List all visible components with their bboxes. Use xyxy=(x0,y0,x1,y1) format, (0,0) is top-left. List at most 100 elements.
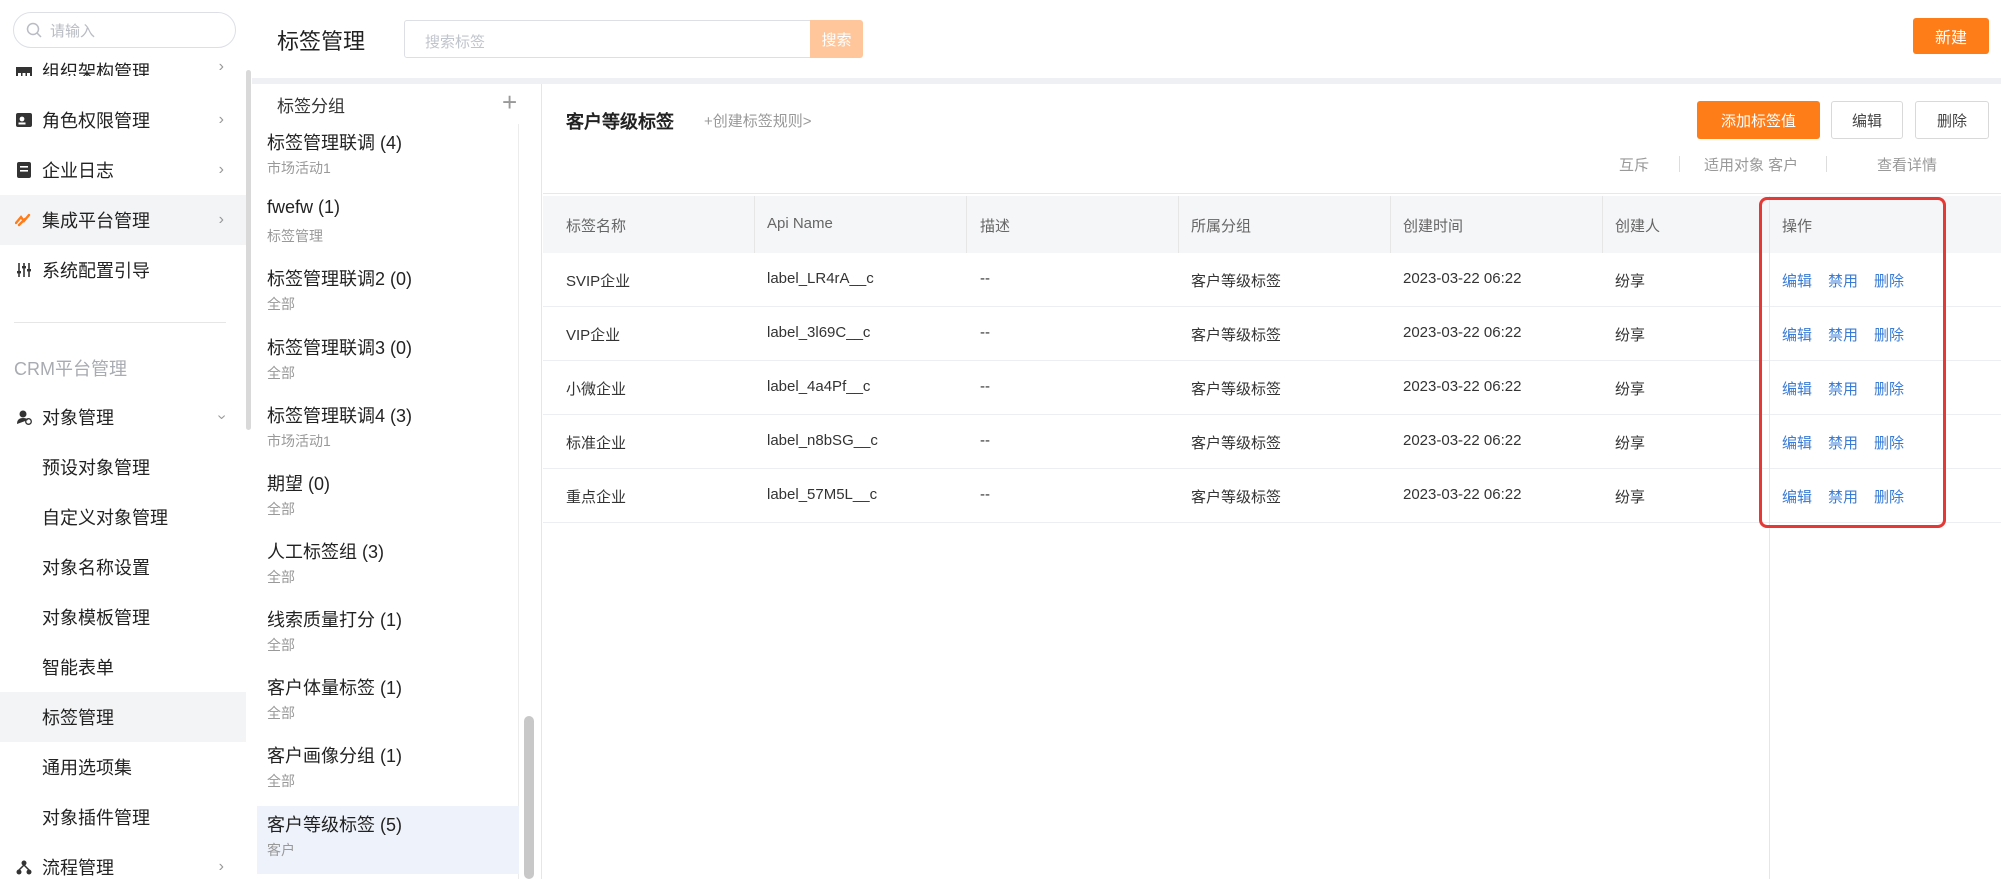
role-icon xyxy=(14,110,34,130)
group-scope: 全部 xyxy=(267,705,295,721)
column-divider xyxy=(1602,196,1603,253)
group-scope: 全部 xyxy=(267,296,295,312)
cell-description: -- xyxy=(980,486,990,503)
group-name: 期望 (0) xyxy=(267,474,330,494)
cell-group: 客户等级标签 xyxy=(1191,327,1282,344)
nav-subitem-preset[interactable]: 预设对象管理 xyxy=(0,442,246,492)
meta-separator xyxy=(1826,156,1827,172)
group-item[interactable]: 标签管理联调 (4) 市场活动1 xyxy=(257,124,519,192)
cell-api-name: label_LR4rA__c xyxy=(767,270,874,287)
nav-subitem-tag-mgmt[interactable]: 标签管理 xyxy=(0,692,246,742)
cell-api-name: label_3l69C__c xyxy=(767,324,871,341)
page-title: 标签管理 xyxy=(277,29,366,54)
nav-item-label: 企业日志 xyxy=(42,161,114,181)
nav-scrollbar[interactable] xyxy=(246,70,251,430)
chevron-right-icon: › xyxy=(218,211,224,228)
cell-group: 客户等级标签 xyxy=(1191,489,1282,506)
cell-group: 客户等级标签 xyxy=(1191,273,1282,290)
nav-subitem-smart-form[interactable]: 智能表单 xyxy=(0,642,246,692)
nav-divider xyxy=(14,322,226,323)
group-item[interactable]: 标签管理联调4 (3) 市场活动1 xyxy=(257,397,519,465)
group-name: 客户画像分组 (1) xyxy=(267,746,402,766)
edit-button[interactable]: 编辑 xyxy=(1831,101,1903,139)
config-icon xyxy=(14,260,34,280)
top-bar: 标签管理 搜索标签 xyxy=(252,0,2001,78)
chevron-right-icon: › xyxy=(218,58,224,75)
cell-tag-name: 小微企业 xyxy=(566,381,627,398)
group-item[interactable]: 标签管理联调2 (0) 全部 xyxy=(257,260,519,328)
tag-group-header: 标签分组 + xyxy=(252,84,541,124)
cell-tag-name: SVIP企业 xyxy=(566,273,631,290)
tag-search-input[interactable]: 搜索标签 xyxy=(404,20,815,58)
group-item-selected[interactable]: 客户等级标签 (5) 客户 xyxy=(257,806,519,874)
nav-item-object-mgmt[interactable]: 对象管理 › xyxy=(0,392,246,442)
chevron-right-icon: › xyxy=(218,858,224,875)
nav-item-label: 角色权限管理 xyxy=(42,111,150,131)
group-item[interactable]: 客户画像分组 (1) 全部 xyxy=(257,737,519,805)
nav-item-label: 流程管理 xyxy=(42,858,114,878)
integration-icon xyxy=(14,210,34,230)
group-item[interactable]: 人工标签组 (3) 全部 xyxy=(257,533,519,601)
cell-tag-name: 重点企业 xyxy=(566,489,627,506)
new-button[interactable]: 新建 xyxy=(1913,18,1989,54)
nav-search-input[interactable]: 请输入 xyxy=(13,12,236,48)
cell-description: -- xyxy=(980,270,990,287)
group-item[interactable]: 线索质量打分 (1) 全部 xyxy=(257,601,519,669)
cell-created-time: 2023-03-22 06:22 xyxy=(1403,378,1522,395)
nav-item-role[interactable]: 角色权限管理 › xyxy=(0,95,246,145)
group-scope: 全部 xyxy=(267,637,295,653)
search-icon xyxy=(26,22,42,38)
group-item[interactable]: 期望 (0) 全部 xyxy=(257,465,519,533)
cell-description: -- xyxy=(980,324,990,341)
nav-item-integration[interactable]: 集成平台管理 › xyxy=(0,195,246,245)
tag-group-panel: 标签分组 + 标签管理联调 (4) 市场活动1 fwefw (1) 标签管理 标签管… xyxy=(252,84,542,879)
nav-subitem-custom[interactable]: 自定义对象管理 xyxy=(0,492,246,542)
nav-subitem-label: 对象模板管理 xyxy=(42,608,150,628)
group-name: fwefw (1) xyxy=(267,197,341,217)
nav-subitem-label: 预设对象管理 xyxy=(42,458,150,478)
nav-subitem-label: 对象插件管理 xyxy=(42,808,150,828)
cell-api-name: label_n8bSG__c xyxy=(767,432,878,449)
nav-item-config[interactable]: 系统配置引导 xyxy=(0,245,246,295)
app-root: 请输入 组织架构管理 › 角色权限管理 › 企业日志 › 集成平台管理 › 系统… xyxy=(0,0,2001,879)
tag-group-name: 客户等级标签 xyxy=(566,112,674,132)
tag-search-placeholder: 搜索标签 xyxy=(425,34,486,51)
tag-search-button[interactable]: 搜索 xyxy=(810,20,863,58)
group-item[interactable]: fwefw (1) 标签管理 xyxy=(257,192,519,260)
group-scope: 全部 xyxy=(267,365,295,381)
cell-group: 客户等级标签 xyxy=(1191,381,1282,398)
cell-creator: 纷享 xyxy=(1615,435,1646,452)
nav-subitem-template[interactable]: 对象模板管理 xyxy=(0,592,246,642)
nav-subitem-option-set[interactable]: 通用选项集 xyxy=(0,742,246,792)
group-scrollbar[interactable] xyxy=(524,716,534,879)
add-tag-value-button[interactable]: 添加标签值 xyxy=(1697,101,1820,139)
nav-item-org[interactable]: 组织架构管理 › xyxy=(0,46,246,76)
plus-icon[interactable]: + xyxy=(502,87,517,118)
group-scope: 全部 xyxy=(267,773,295,789)
nav-subitem-name[interactable]: 对象名称设置 xyxy=(0,542,246,592)
cell-created-time: 2023-03-22 06:22 xyxy=(1403,270,1522,287)
group-item[interactable]: 客户体量标签 (1) 全部 xyxy=(257,669,519,737)
create-rule-link[interactable]: +创建标签规则> xyxy=(704,110,812,131)
group-scope: 标签管理 xyxy=(267,228,323,244)
header-creator: 创建人 xyxy=(1615,218,1661,235)
delete-button[interactable]: 删除 xyxy=(1915,101,1989,139)
cell-created-time: 2023-03-22 06:22 xyxy=(1403,486,1522,503)
group-item[interactable]: 标签管理联调3 (0) 全部 xyxy=(257,329,519,397)
cell-api-name: label_57M5L__c xyxy=(767,486,878,503)
nav-item-label: 组织架构管理 xyxy=(42,62,150,76)
flow-icon xyxy=(14,857,34,877)
cell-description: -- xyxy=(980,432,990,449)
group-name: 客户等级标签 (5) xyxy=(267,815,402,835)
cell-group: 客户等级标签 xyxy=(1191,435,1282,452)
header-tag-name: 标签名称 xyxy=(566,218,627,235)
nav-subitem-label: 智能表单 xyxy=(42,658,114,678)
view-detail-link[interactable]: 查看详情 xyxy=(1877,154,1937,175)
header-created-time: 创建时间 xyxy=(1403,218,1464,235)
nav-item-log[interactable]: 企业日志 › xyxy=(0,145,246,195)
nav-subitem-plugin[interactable]: 对象插件管理 xyxy=(0,792,246,842)
nav-item-label: 系统配置引导 xyxy=(42,261,150,281)
nav-item-flow[interactable]: 流程管理 › xyxy=(0,842,246,879)
nav-subitem-label: 通用选项集 xyxy=(42,758,132,778)
column-divider xyxy=(754,196,755,253)
